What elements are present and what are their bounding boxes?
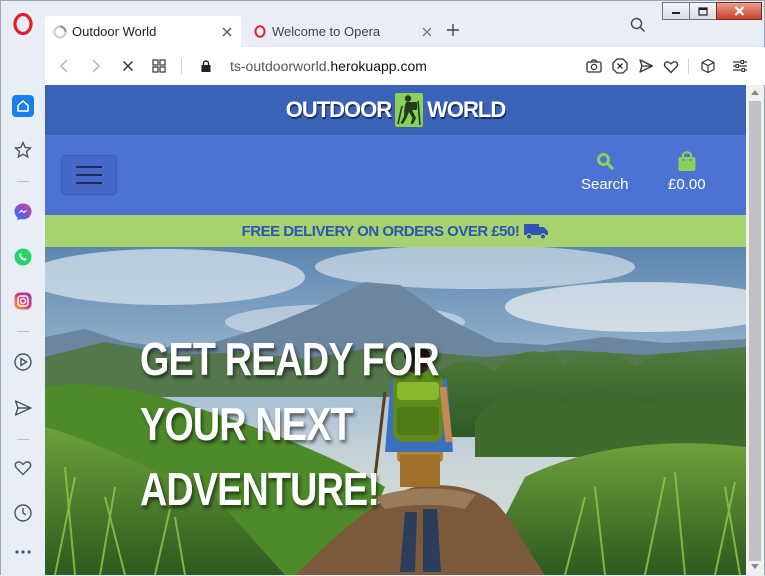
opera-favicon-icon — [253, 25, 267, 39]
close-tab-icon[interactable] — [417, 22, 437, 42]
hero-title-line: ADVENTURE! — [140, 463, 380, 515]
lock-icon[interactable] — [197, 57, 215, 75]
url-prefix: ts-outdoorworld. — [230, 58, 331, 74]
scrollbar-thumb[interactable] — [749, 101, 761, 561]
send-icon[interactable] — [12, 397, 34, 419]
search-label: Search — [581, 176, 629, 193]
window-controls — [662, 2, 762, 20]
logo-text-left: OUTDOOR — [285, 97, 392, 122]
camera-icon[interactable] — [585, 57, 603, 75]
new-tab-icon[interactable] — [445, 22, 461, 38]
tab-bar: Outdoor World Welcome to Opera — [45, 1, 765, 47]
home-icon[interactable] — [12, 95, 34, 117]
hero-banner: GET READY FOR YOUR NEXT ADVENTURE! — [45, 247, 746, 575]
hero-title: GET READY FOR YOUR NEXT ADVENTURE! — [140, 327, 440, 522]
basket-button[interactable]: £0.00 — [668, 150, 706, 193]
messenger-icon[interactable] — [12, 201, 34, 223]
opera-logo-icon[interactable] — [12, 13, 34, 35]
hamburger-menu-button[interactable] — [61, 155, 117, 195]
settings-icon[interactable] — [731, 57, 749, 75]
hero-title-line: YOUR NEXT — [140, 398, 354, 450]
sidebar-divider — [17, 331, 29, 332]
hiker-logo-icon — [395, 93, 424, 127]
hamburger-line — [76, 166, 102, 168]
back-icon[interactable] — [55, 57, 73, 75]
close-window-button[interactable] — [716, 2, 762, 20]
basket-total: £0.00 — [668, 176, 706, 193]
shopping-bag-icon — [676, 150, 698, 172]
hamburger-line — [76, 182, 102, 184]
send-icon[interactable] — [637, 57, 655, 75]
site-nav: Search £0.00 — [45, 135, 746, 215]
address-bar: ts-outdoorworld.herokuapp.com — [45, 47, 765, 85]
tab-search-icon[interactable] — [629, 16, 647, 34]
tab-grid-icon[interactable] — [150, 57, 168, 75]
browser-sidebar — [1, 1, 45, 576]
page-scrollbar[interactable] — [746, 85, 764, 575]
tab-title: Welcome to Opera — [272, 24, 381, 39]
maximize-button[interactable] — [689, 2, 717, 20]
toolbar-divider — [688, 58, 689, 74]
heart-icon[interactable] — [12, 457, 34, 479]
instagram-icon[interactable] — [12, 290, 34, 312]
logo-text-right: WORLD — [427, 97, 506, 122]
browser-window: Outdoor World Welcome to Opera ts-outdoo… — [0, 0, 765, 576]
sidebar-divider — [17, 439, 29, 440]
scroll-down-icon[interactable] — [750, 563, 760, 571]
heart-icon[interactable] — [662, 57, 680, 75]
stop-icon[interactable] — [119, 57, 137, 75]
url-domain: herokuapp.com — [330, 58, 427, 74]
tab-title: Outdoor World — [72, 24, 157, 39]
promo-banner: FREE DELIVERY ON ORDERS OVER £50! — [45, 215, 746, 247]
toolbar-divider — [181, 58, 182, 74]
tab-outdoor-world[interactable]: Outdoor World — [45, 16, 241, 47]
scroll-up-icon[interactable] — [750, 88, 760, 96]
site-logo[interactable]: OUTDOOR WORLD — [286, 91, 506, 129]
web-page: OUTDOOR WORLD Search £0.00 FREE DELIVERY… — [45, 85, 746, 575]
tab-welcome-to-opera[interactable]: Welcome to Opera — [245, 16, 441, 47]
history-icon[interactable] — [12, 502, 34, 524]
sidebar-divider — [17, 181, 29, 182]
forward-icon[interactable] — [87, 57, 105, 75]
whatsapp-icon[interactable] — [12, 246, 34, 268]
minimize-button[interactable] — [662, 2, 690, 20]
close-tab-icon[interactable] — [217, 22, 237, 42]
search-icon — [594, 150, 616, 172]
star-icon[interactable] — [12, 139, 34, 161]
more-icon[interactable] — [12, 541, 34, 563]
player-icon[interactable] — [12, 351, 34, 373]
delivery-truck-icon — [524, 224, 549, 240]
promo-text: FREE DELIVERY ON ORDERS OVER £50! — [241, 222, 520, 240]
site-header: OUTDOOR WORLD — [45, 85, 746, 135]
hamburger-line — [76, 174, 102, 176]
adblock-icon[interactable] — [611, 57, 629, 75]
loading-spinner-icon — [53, 25, 67, 39]
cube-icon[interactable] — [699, 57, 717, 75]
url-field[interactable]: ts-outdoorworld.herokuapp.com — [230, 58, 427, 74]
search-button[interactable]: Search — [581, 150, 629, 193]
hero-title-line: GET READY FOR — [140, 333, 440, 385]
